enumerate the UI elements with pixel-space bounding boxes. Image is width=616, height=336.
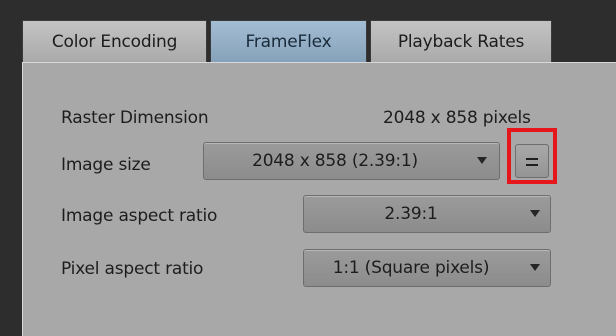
tab-frameflex[interactable]: FrameFlex [210, 20, 367, 62]
raster-dimension-label: Raster Dimension [61, 108, 209, 128]
chevron-down-icon [477, 157, 487, 164]
tab-color-encoding[interactable]: Color Encoding [22, 20, 207, 62]
pixel-aspect-ratio-selected-value: 1:1 (Square pixels) [332, 258, 490, 278]
frameflex-settings-window: Color Encoding FrameFlex Playback Rates … [0, 0, 616, 336]
image-size-label: Image size [61, 155, 151, 175]
image-aspect-ratio-dropdown[interactable]: 2.39:1 [303, 195, 551, 233]
pixel-aspect-ratio-label: Pixel aspect ratio [61, 259, 204, 279]
red-highlight-box [507, 128, 557, 184]
chevron-down-icon [530, 264, 540, 271]
image-aspect-ratio-label: Image aspect ratio [61, 206, 218, 226]
tab-playback-rates[interactable]: Playback Rates [370, 20, 552, 62]
image-size-dropdown[interactable]: 2048 x 858 (2.39:1) [203, 142, 500, 180]
pixel-aspect-ratio-dropdown[interactable]: 1:1 (Square pixels) [303, 249, 551, 287]
image-aspect-ratio-selected-value: 2.39:1 [384, 204, 438, 224]
chevron-down-icon [530, 210, 540, 217]
frameflex-panel: Raster Dimension 2048 x 858 pixels Image… [22, 62, 616, 336]
raster-dimension-value: 2048 x 858 pixels [383, 108, 531, 128]
image-size-selected-value: 2048 x 858 (2.39:1) [252, 151, 418, 171]
